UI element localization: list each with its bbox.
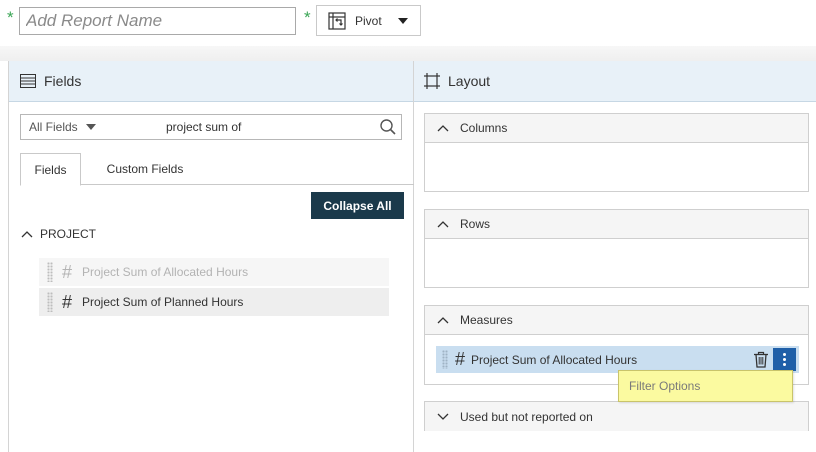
drag-handle[interactable] <box>442 350 448 369</box>
tab-fields[interactable]: Fields <box>20 153 81 186</box>
drag-handle[interactable] <box>47 262 53 282</box>
drag-handle[interactable] <box>47 292 53 312</box>
trash-icon[interactable] <box>753 351 769 368</box>
view-type-label: Pivot <box>355 13 382 28</box>
pivot-icon <box>327 11 347 31</box>
chevron-up-icon <box>437 220 449 228</box>
fields-panel: Fields All Fields Fields Custom Fields C… <box>8 61 414 452</box>
collapse-all-button[interactable]: Collapse All <box>311 192 404 219</box>
view-type-dropdown[interactable]: Pivot <box>316 5 421 36</box>
search-scope-dropdown[interactable]: All Fields <box>21 120 166 134</box>
layout-icon <box>424 73 440 89</box>
rows-zone-header[interactable]: Rows <box>425 210 808 239</box>
rows-zone[interactable]: Rows <box>424 209 809 288</box>
field-label: Project Sum of Allocated Hours <box>82 265 249 279</box>
field-search: All Fields <box>20 114 402 140</box>
tooltip-text: Filter Options <box>629 379 701 393</box>
zone-label: Measures <box>460 313 513 327</box>
toolbar-divider <box>0 46 816 61</box>
chevron-down-icon <box>85 124 96 130</box>
tab-label: Custom Fields <box>106 162 184 176</box>
search-icon[interactable] <box>379 118 397 136</box>
search-input[interactable] <box>166 116 366 138</box>
fields-tabs: Fields Custom Fields <box>20 153 414 186</box>
measure-item[interactable]: # Project Sum of Allocated Hours <box>436 346 799 373</box>
required-indicator: * <box>7 8 14 27</box>
unused-zone-header[interactable]: Used but not reported on <box>425 402 808 431</box>
fields-panel-header: Fields <box>9 61 413 102</box>
field-item[interactable]: # Project Sum of Allocated Hours <box>39 258 389 286</box>
field-label: Project Sum of Planned Hours <box>82 295 244 309</box>
kebab-icon[interactable] <box>773 348 796 371</box>
report-toolbar: * * Pivot <box>0 0 816 46</box>
hash-icon: # <box>61 291 72 312</box>
chevron-down-icon <box>437 413 449 421</box>
tab-label: Fields <box>34 162 67 177</box>
fields-panel-title: Fields <box>44 73 82 89</box>
required-indicator: * <box>304 8 311 27</box>
unused-zone[interactable]: Used but not reported on <box>424 401 809 431</box>
hash-icon: # <box>455 349 466 369</box>
filter-options-tooltip: Filter Options <box>618 370 793 402</box>
zone-label: Columns <box>460 121 508 135</box>
search-scope-label: All Fields <box>29 120 78 134</box>
columns-zone[interactable]: Columns <box>424 113 809 192</box>
measure-label: Project Sum of Allocated Hours <box>471 352 638 367</box>
layout-panel-title: Layout <box>448 73 491 89</box>
tab-custom-fields[interactable]: Custom Fields <box>95 153 195 185</box>
chevron-up-icon <box>437 124 449 132</box>
list-icon <box>20 74 36 88</box>
zone-label: Rows <box>460 217 491 231</box>
report-name-input[interactable] <box>19 7 296 35</box>
columns-zone-header[interactable]: Columns <box>425 114 808 143</box>
layout-panel-header: Layout <box>414 61 816 102</box>
hash-icon: # <box>61 261 72 282</box>
measures-zone-header[interactable]: Measures <box>425 306 808 335</box>
group-header-project[interactable]: PROJECT <box>21 227 96 241</box>
group-label: PROJECT <box>40 227 97 241</box>
field-item[interactable]: # Project Sum of Planned Hours <box>39 288 389 316</box>
chevron-up-icon <box>21 230 33 238</box>
zone-label: Used but not reported on <box>460 409 593 424</box>
chevron-down-icon <box>397 17 408 24</box>
chevron-up-icon <box>437 316 449 324</box>
